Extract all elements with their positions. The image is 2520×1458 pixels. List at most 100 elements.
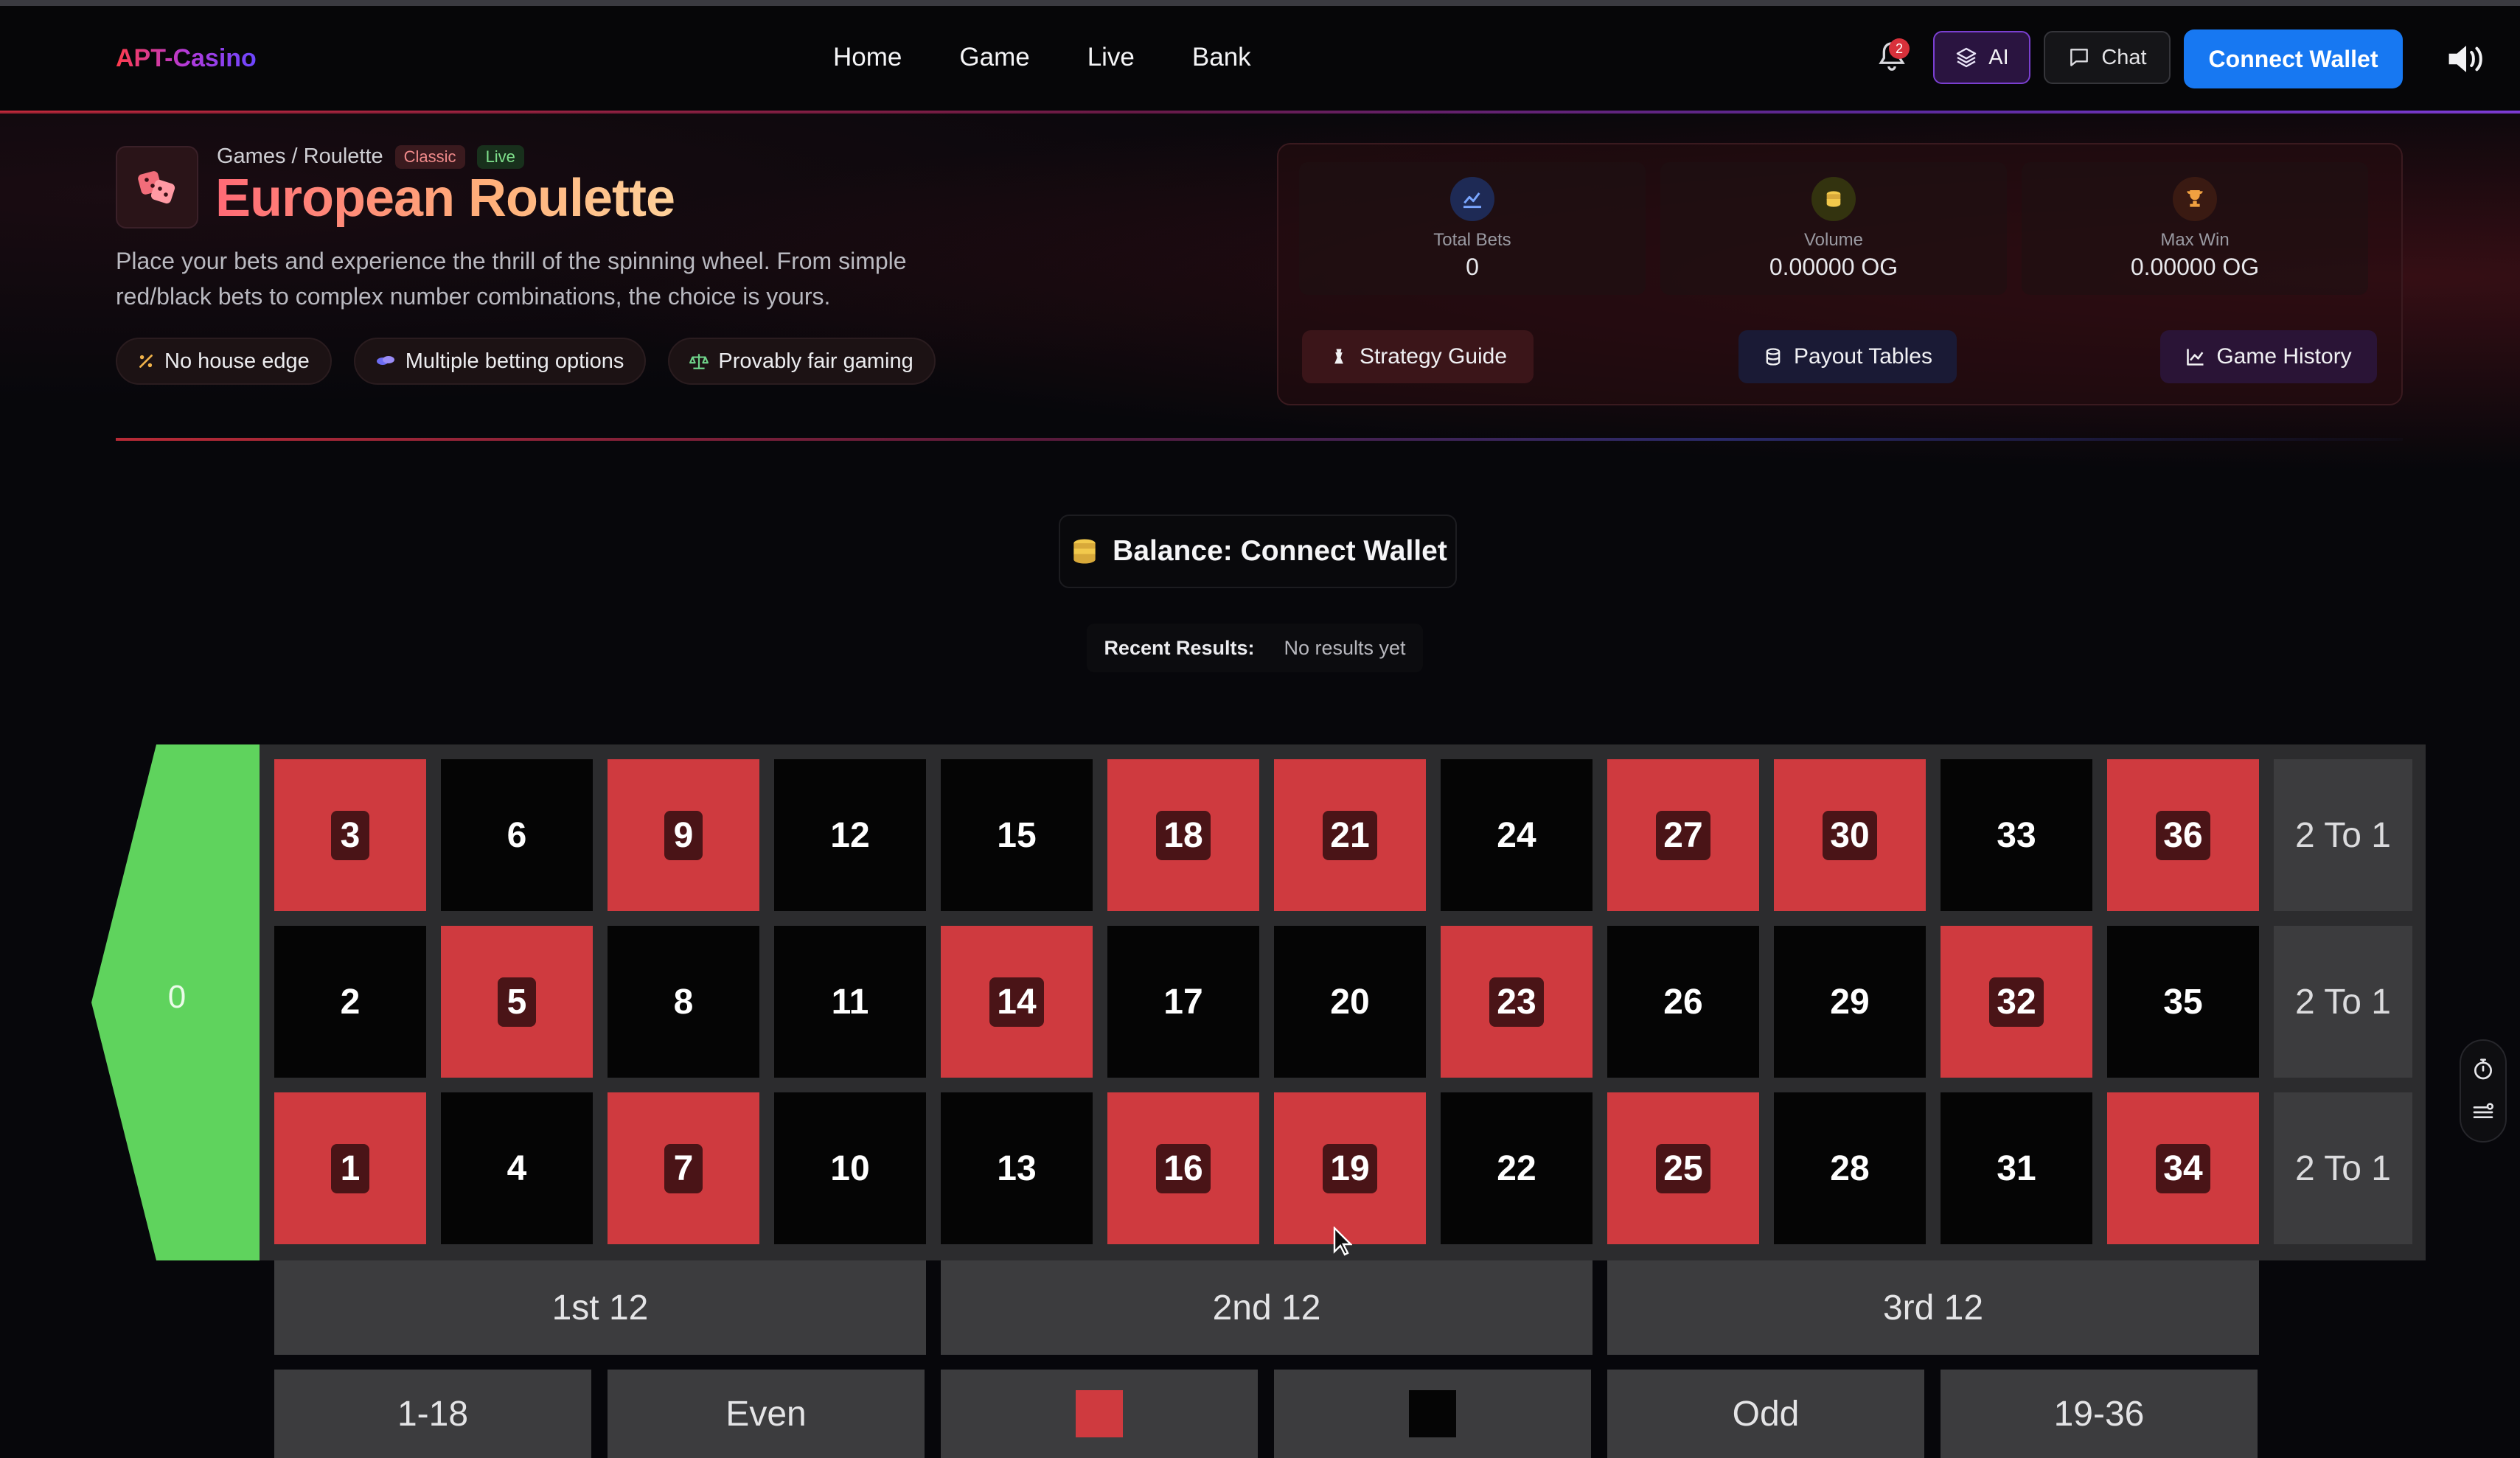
brand-logo[interactable]: APT-Casino: [116, 44, 257, 73]
number-label: 3: [331, 810, 369, 860]
number-cell[interactable]: 2: [274, 926, 426, 1078]
stat-volume: Volume 0.00000 OG: [1660, 162, 2007, 295]
number-cell[interactable]: 4: [441, 1092, 593, 1244]
feature-label: Provably fair gaming: [718, 349, 913, 373]
feature-list: No house edge Multiple betting options P…: [116, 338, 936, 385]
nav-game[interactable]: Game: [959, 43, 1029, 72]
number-label: 8: [673, 982, 694, 1022]
number-cell[interactable]: 11: [774, 926, 926, 1078]
number-cell[interactable]: 30: [1774, 759, 1926, 911]
number-cell[interactable]: 17: [1107, 926, 1259, 1078]
stopwatch-icon[interactable]: [2471, 1058, 2495, 1081]
nav-home[interactable]: Home: [833, 43, 902, 72]
number-cell[interactable]: 14: [941, 926, 1093, 1078]
percent-icon: [139, 355, 153, 368]
number-cell[interactable]: 9: [608, 759, 759, 911]
number-label: 9: [664, 810, 703, 860]
button-label: Game History: [2216, 344, 2352, 369]
zero-number[interactable]: 0: [140, 979, 214, 1016]
side-toolbar: [2460, 1039, 2507, 1143]
number-cell[interactable]: 19: [1274, 1092, 1426, 1244]
number-label: 17: [1163, 982, 1203, 1022]
strategy-guide-button[interactable]: Strategy Guide: [1302, 330, 1534, 383]
nav-bank[interactable]: Bank: [1192, 43, 1251, 72]
bet-third-dozen[interactable]: 3rd 12: [1607, 1260, 2259, 1355]
number-cell[interactable]: 25: [1607, 1092, 1759, 1244]
number-cell[interactable]: 13: [941, 1092, 1093, 1244]
chart-line-icon: [2187, 349, 2204, 366]
bet-even[interactable]: Even: [608, 1370, 925, 1458]
number-label: 28: [1830, 1148, 1870, 1188]
number-cell[interactable]: 31: [1941, 1092, 2092, 1244]
feature-no-house-edge: No house edge: [116, 338, 332, 385]
number-label: 24: [1497, 815, 1536, 855]
number-cell[interactable]: 20: [1274, 926, 1426, 1078]
number-cell[interactable]: 35: [2107, 926, 2259, 1078]
column-bet[interactable]: 2 To 1: [2274, 926, 2412, 1078]
number-cell[interactable]: 27: [1607, 759, 1759, 911]
number-label: 16: [1156, 1143, 1211, 1193]
feature-provably-fair: Provably fair gaming: [668, 338, 936, 385]
stat-value: 0.00000 OG: [1769, 254, 1898, 280]
ai-button[interactable]: AI: [1933, 31, 2030, 84]
number-cell[interactable]: 10: [774, 1092, 926, 1244]
number-cell[interactable]: 22: [1441, 1092, 1593, 1244]
coins-icon: [1073, 539, 1096, 564]
number-label: 6: [507, 815, 527, 855]
number-cell[interactable]: 29: [1774, 926, 1926, 1078]
number-cell[interactable]: 3: [274, 759, 426, 911]
scale-icon: [689, 354, 709, 369]
number-cell[interactable]: 16: [1107, 1092, 1259, 1244]
stat-label: Total Bets: [1433, 230, 1511, 250]
number-cell[interactable]: 21: [1274, 759, 1426, 911]
stat-total-bets: Total Bets 0: [1299, 162, 1646, 295]
speaker-icon[interactable]: [2446, 43, 2486, 75]
bet-red[interactable]: [941, 1370, 1258, 1458]
trophy-icon: [2173, 177, 2217, 221]
number-cell[interactable]: 7: [608, 1092, 759, 1244]
number-label: 4: [507, 1148, 527, 1188]
number-label: 7: [664, 1143, 703, 1193]
number-cell[interactable]: 8: [608, 926, 759, 1078]
bet-black[interactable]: [1274, 1370, 1591, 1458]
bet-19-36[interactable]: 19-36: [1941, 1370, 2258, 1458]
number-cell[interactable]: 26: [1607, 926, 1759, 1078]
breadcrumb-path[interactable]: Games / Roulette: [217, 144, 383, 169]
column-bet[interactable]: 2 To 1: [2274, 1092, 2412, 1244]
notification-badge: 2: [1889, 38, 1910, 59]
number-cell[interactable]: 33: [1941, 759, 2092, 911]
number-cell[interactable]: 34: [2107, 1092, 2259, 1244]
number-cell[interactable]: 24: [1441, 759, 1593, 911]
number-cell[interactable]: 23: [1441, 926, 1593, 1078]
recent-results-value: No results yet: [1284, 636, 1406, 659]
bet-first-dozen[interactable]: 1st 12: [274, 1260, 926, 1355]
number-label: 23: [1489, 977, 1544, 1027]
bet-second-dozen[interactable]: 2nd 12: [941, 1260, 1593, 1355]
chat-bubble-icon: [2070, 49, 2089, 66]
number-cell[interactable]: 1: [274, 1092, 426, 1244]
number-cell[interactable]: 12: [774, 759, 926, 911]
chat-button[interactable]: Chat: [2044, 31, 2171, 84]
number-cell[interactable]: 32: [1941, 926, 2092, 1078]
number-label: 20: [1330, 982, 1370, 1022]
number-cell[interactable]: 5: [441, 926, 593, 1078]
game-history-button[interactable]: Game History: [2160, 330, 2377, 383]
number-cell[interactable]: 6: [441, 759, 593, 911]
number-cell[interactable]: 18: [1107, 759, 1259, 911]
bet-odd[interactable]: Odd: [1607, 1370, 1924, 1458]
number-label: 32: [1989, 977, 2044, 1027]
connect-wallet-button[interactable]: Connect Wallet: [2184, 29, 2403, 88]
payout-tables-button[interactable]: Payout Tables: [1738, 330, 1957, 383]
number-cell[interactable]: 15: [941, 759, 1093, 911]
number-cell[interactable]: 36: [2107, 759, 2259, 911]
list-settings-icon[interactable]: [2471, 1101, 2495, 1124]
layers-icon: [1957, 47, 1977, 68]
feature-label: Multiple betting options: [405, 349, 624, 373]
nav-live[interactable]: Live: [1087, 43, 1135, 72]
bet-1-18[interactable]: 1-18: [274, 1370, 591, 1458]
column-bet[interactable]: 2 To 1: [2274, 759, 2412, 911]
number-label: 36: [2156, 810, 2210, 860]
number-label: 33: [1997, 815, 2036, 855]
number-cell[interactable]: 28: [1774, 1092, 1926, 1244]
classic-tag: Classic: [394, 144, 465, 169]
